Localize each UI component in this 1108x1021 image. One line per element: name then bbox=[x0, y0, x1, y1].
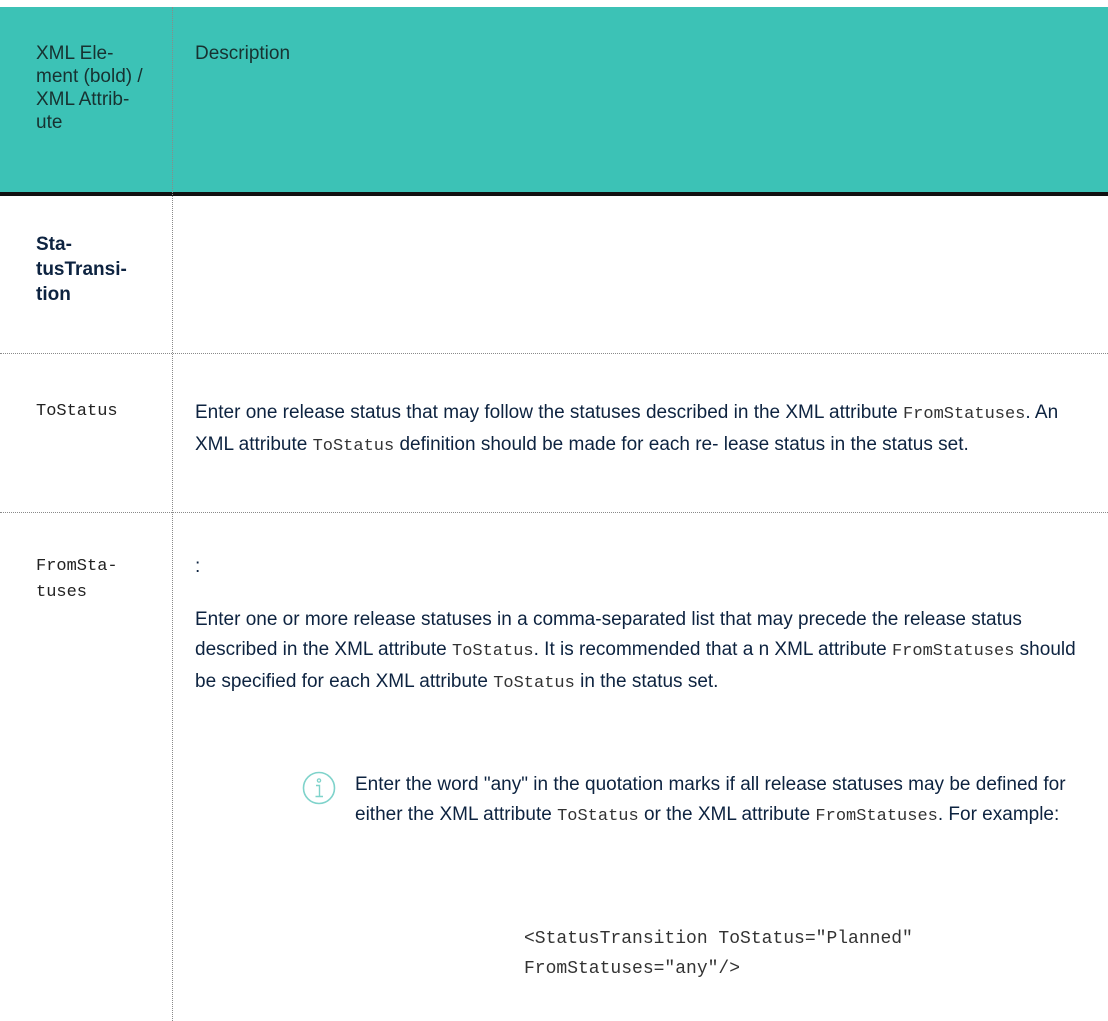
row-element-name: Sta- tusTransi- tion bbox=[36, 234, 127, 305]
code-line: <StatusTransition ToStatus="Planned" bbox=[524, 929, 913, 949]
row-divider bbox=[0, 353, 1108, 354]
note-text: Enter the word "any" in the quotation ma… bbox=[355, 774, 1066, 826]
row-attribute-name: FromSta- tuses bbox=[36, 557, 118, 602]
code-line: FromStatuses="any"/> bbox=[524, 959, 741, 979]
row-description: Enter one release status that may follow… bbox=[195, 402, 1059, 456]
row-divider bbox=[0, 512, 1108, 513]
header-col-element: XML Ele- ment (bold) / XML Attrib- ute bbox=[36, 43, 143, 133]
header-col-description: Description bbox=[195, 43, 291, 64]
code-example: <StatusTransition ToStatus="Planned" From… bbox=[524, 924, 913, 984]
row-description: Enter one or more release statuses in a … bbox=[195, 609, 1076, 693]
row-attribute-name: ToStatus bbox=[36, 402, 118, 421]
column-divider bbox=[172, 7, 173, 1021]
table-header bbox=[0, 7, 1108, 196]
row-colon: : bbox=[195, 556, 201, 577]
info-icon bbox=[302, 771, 336, 805]
